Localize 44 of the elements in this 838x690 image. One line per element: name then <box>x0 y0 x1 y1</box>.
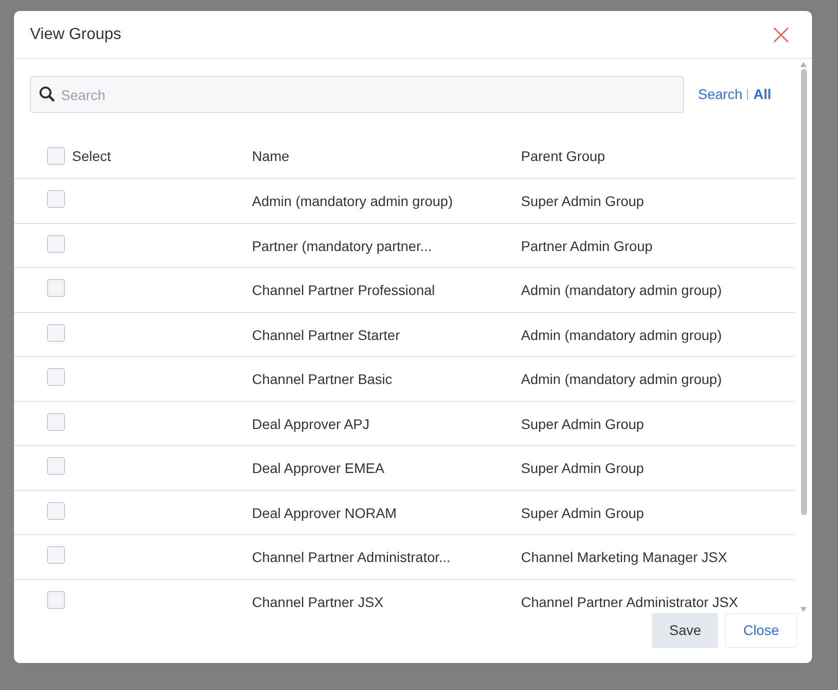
column-header: Name <box>252 146 290 166</box>
table-cell-text: Channel Partner Administrator JSX <box>521 592 738 611</box>
column-header: Parent Group <box>521 146 606 166</box>
checkbox[interactable] <box>47 412 65 430</box>
dialog-title: View Groups <box>30 24 122 44</box>
search-field[interactable]: Search <box>30 76 684 113</box>
search-icon <box>39 86 55 102</box>
table-cell-text: Admin (mandatory admin group) <box>252 192 454 211</box>
column-header: Select <box>72 146 111 166</box>
checkbox[interactable] <box>47 190 65 208</box>
table-cell-text: Super Admin Group <box>521 504 644 523</box>
table-cell-text: Admin (mandatory admin group) <box>521 326 722 345</box>
table-cell-text: Deal Approver NORAM <box>252 504 398 523</box>
checkbox[interactable] <box>47 147 65 165</box>
checkbox[interactable] <box>47 502 65 520</box>
scroll-down-icon[interactable] <box>800 607 807 612</box>
link[interactable]: All <box>753 84 772 105</box>
table-cell-text: Deal Approver APJ <box>252 414 371 434</box>
link[interactable]: Search <box>698 84 742 105</box>
checkbox[interactable] <box>47 234 65 252</box>
save-button[interactable]: Save <box>652 613 718 648</box>
checkbox[interactable] <box>47 324 65 342</box>
table-cell-text: Super Admin Group <box>521 192 644 211</box>
table-cell-text: Channel Partner JSX <box>252 592 385 611</box>
checkbox[interactable] <box>47 546 65 564</box>
table-cell-text: Partner Admin Group <box>521 236 653 256</box>
checkbox[interactable] <box>47 368 65 386</box>
table-cell-text: Channel Marketing Manager JSX <box>521 548 728 567</box>
checkbox[interactable] <box>47 457 65 475</box>
table-cell-text: Channel Partner Starter <box>252 326 401 344</box>
table-cell-text: Super Admin Group <box>521 459 644 478</box>
table-cell-text: Super Admin Group <box>521 414 644 434</box>
scroll-up-icon[interactable] <box>800 62 807 67</box>
table-cell-text: Deal Approver EMEA <box>252 459 386 478</box>
table-cell-text: Channel Partner Professional <box>252 281 436 300</box>
table-cell-text: Admin (mandatory admin group) <box>521 370 722 389</box>
table-cell-text: Admin (mandatory admin group) <box>521 281 722 300</box>
table-cell-text: Partner (mandatory partner... <box>252 236 433 256</box>
close-button[interactable]: Close <box>725 613 797 648</box>
close-icon[interactable] <box>772 26 790 44</box>
table-cell-text: Channel Partner Basic <box>252 370 394 389</box>
checkbox[interactable] <box>47 279 65 297</box>
table-cell-text: Channel Partner Administrator... <box>252 548 452 567</box>
checkbox[interactable] <box>47 590 65 608</box>
